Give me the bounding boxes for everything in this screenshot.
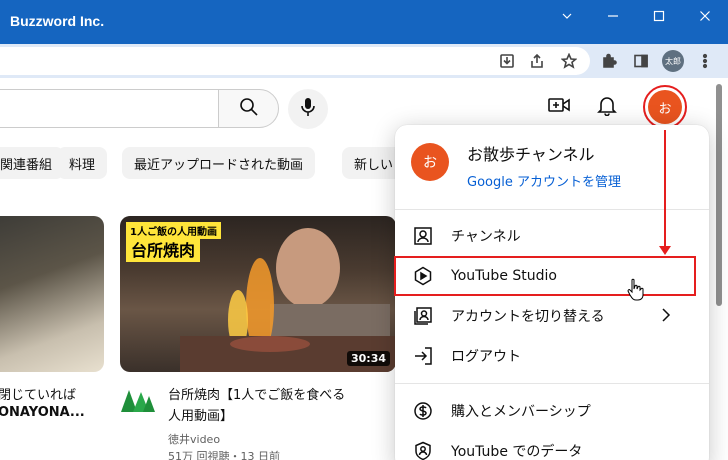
browser-toolbar: 太郎 [0, 44, 728, 78]
video-title[interactable]: ONAYONA... [0, 405, 85, 420]
maximize-icon [653, 7, 665, 26]
logout-icon [413, 346, 433, 366]
menu-item-your-data[interactable]: YouTube でのデータ [395, 431, 709, 460]
menu-item-label: ログアウト [451, 349, 521, 365]
studio-highlight-annotation [394, 256, 696, 296]
menu-divider [395, 209, 709, 210]
video-plus-icon [547, 95, 571, 119]
menu-item-label: アカウントを切り替える [451, 309, 605, 325]
channel-name: お散歩チャンネル [467, 145, 595, 164]
mic-icon [299, 97, 317, 121]
account-avatar-button[interactable]: お [648, 90, 682, 124]
close-button[interactable] [682, 0, 728, 32]
create-button[interactable] [546, 94, 572, 120]
menu-item-purchases[interactable]: 購入とメンバーシップ [395, 391, 709, 431]
menu-item-label: チャンネル [451, 229, 521, 245]
menu-avatar: お [411, 143, 449, 181]
menu-item-label: YouTube でのデータ [451, 444, 583, 460]
video-title[interactable]: 閉じていれば [0, 384, 76, 403]
thumbnail-title-overlay: 台所焼肉 [126, 236, 201, 262]
menu-item-logout[interactable]: ログアウト [395, 336, 709, 376]
chip-related[interactable]: 関連番組 [0, 147, 65, 179]
page-scrollbar[interactable] [716, 84, 722, 306]
hand-cursor-icon [627, 278, 644, 301]
search-icon [239, 97, 259, 121]
search-button[interactable] [218, 89, 279, 128]
minimize-button[interactable] [590, 0, 636, 32]
share-icon[interactable] [528, 52, 546, 70]
more-icon[interactable] [696, 52, 714, 70]
video-duration: 30:34 [346, 351, 390, 366]
menu-item-switch-account[interactable]: アカウントを切り替える [395, 296, 709, 336]
sidepanel-icon[interactable] [632, 52, 650, 70]
chevron-down-icon [561, 7, 573, 26]
manage-account-link[interactable]: Google アカウントを管理 [467, 171, 621, 190]
channel-logo-icon[interactable] [119, 386, 157, 414]
video-thumbnail[interactable] [0, 216, 104, 372]
window-titlebar: Buzzword Inc. [0, 0, 728, 44]
person-box-icon [413, 226, 433, 246]
extensions-icon[interactable] [600, 52, 618, 70]
switch-account-icon [413, 306, 433, 326]
maximize-button[interactable] [636, 0, 682, 32]
notifications-button[interactable] [594, 94, 620, 120]
chip-recent-uploads[interactable]: 最近アップロードされた動画 [122, 147, 316, 179]
install-icon[interactable] [498, 52, 516, 70]
video-stats: 51万 回視聴・13 日前 [168, 450, 280, 460]
dollar-icon [413, 401, 433, 421]
shield-person-icon [413, 441, 433, 460]
video-thumbnail[interactable]: 1人ご飯の人用動画 台所焼肉 30:34 [120, 216, 396, 372]
star-icon[interactable] [560, 52, 578, 70]
bell-icon [596, 94, 618, 120]
annotation-arrow-line [664, 130, 666, 248]
close-icon [699, 7, 711, 26]
chip-cooking[interactable]: 料理 [57, 147, 108, 179]
minimize-icon [607, 7, 619, 26]
chevron-right-icon [661, 307, 671, 326]
profile-avatar[interactable]: 太郎 [662, 50, 684, 72]
channel-name[interactable]: 徳井video [168, 431, 220, 447]
video-title[interactable]: 人用動画】 [168, 405, 233, 424]
annotation-arrow-head [659, 246, 671, 255]
voice-search-button[interactable] [288, 89, 328, 129]
tab-search-button[interactable] [544, 0, 590, 32]
menu-item-label: 購入とメンバーシップ [451, 404, 591, 420]
video-title[interactable]: 台所焼肉【1人でご飯を食べる [168, 384, 345, 403]
menu-divider [395, 383, 709, 384]
window-title: Buzzword Inc. [10, 13, 105, 29]
search-input[interactable] [0, 89, 219, 128]
